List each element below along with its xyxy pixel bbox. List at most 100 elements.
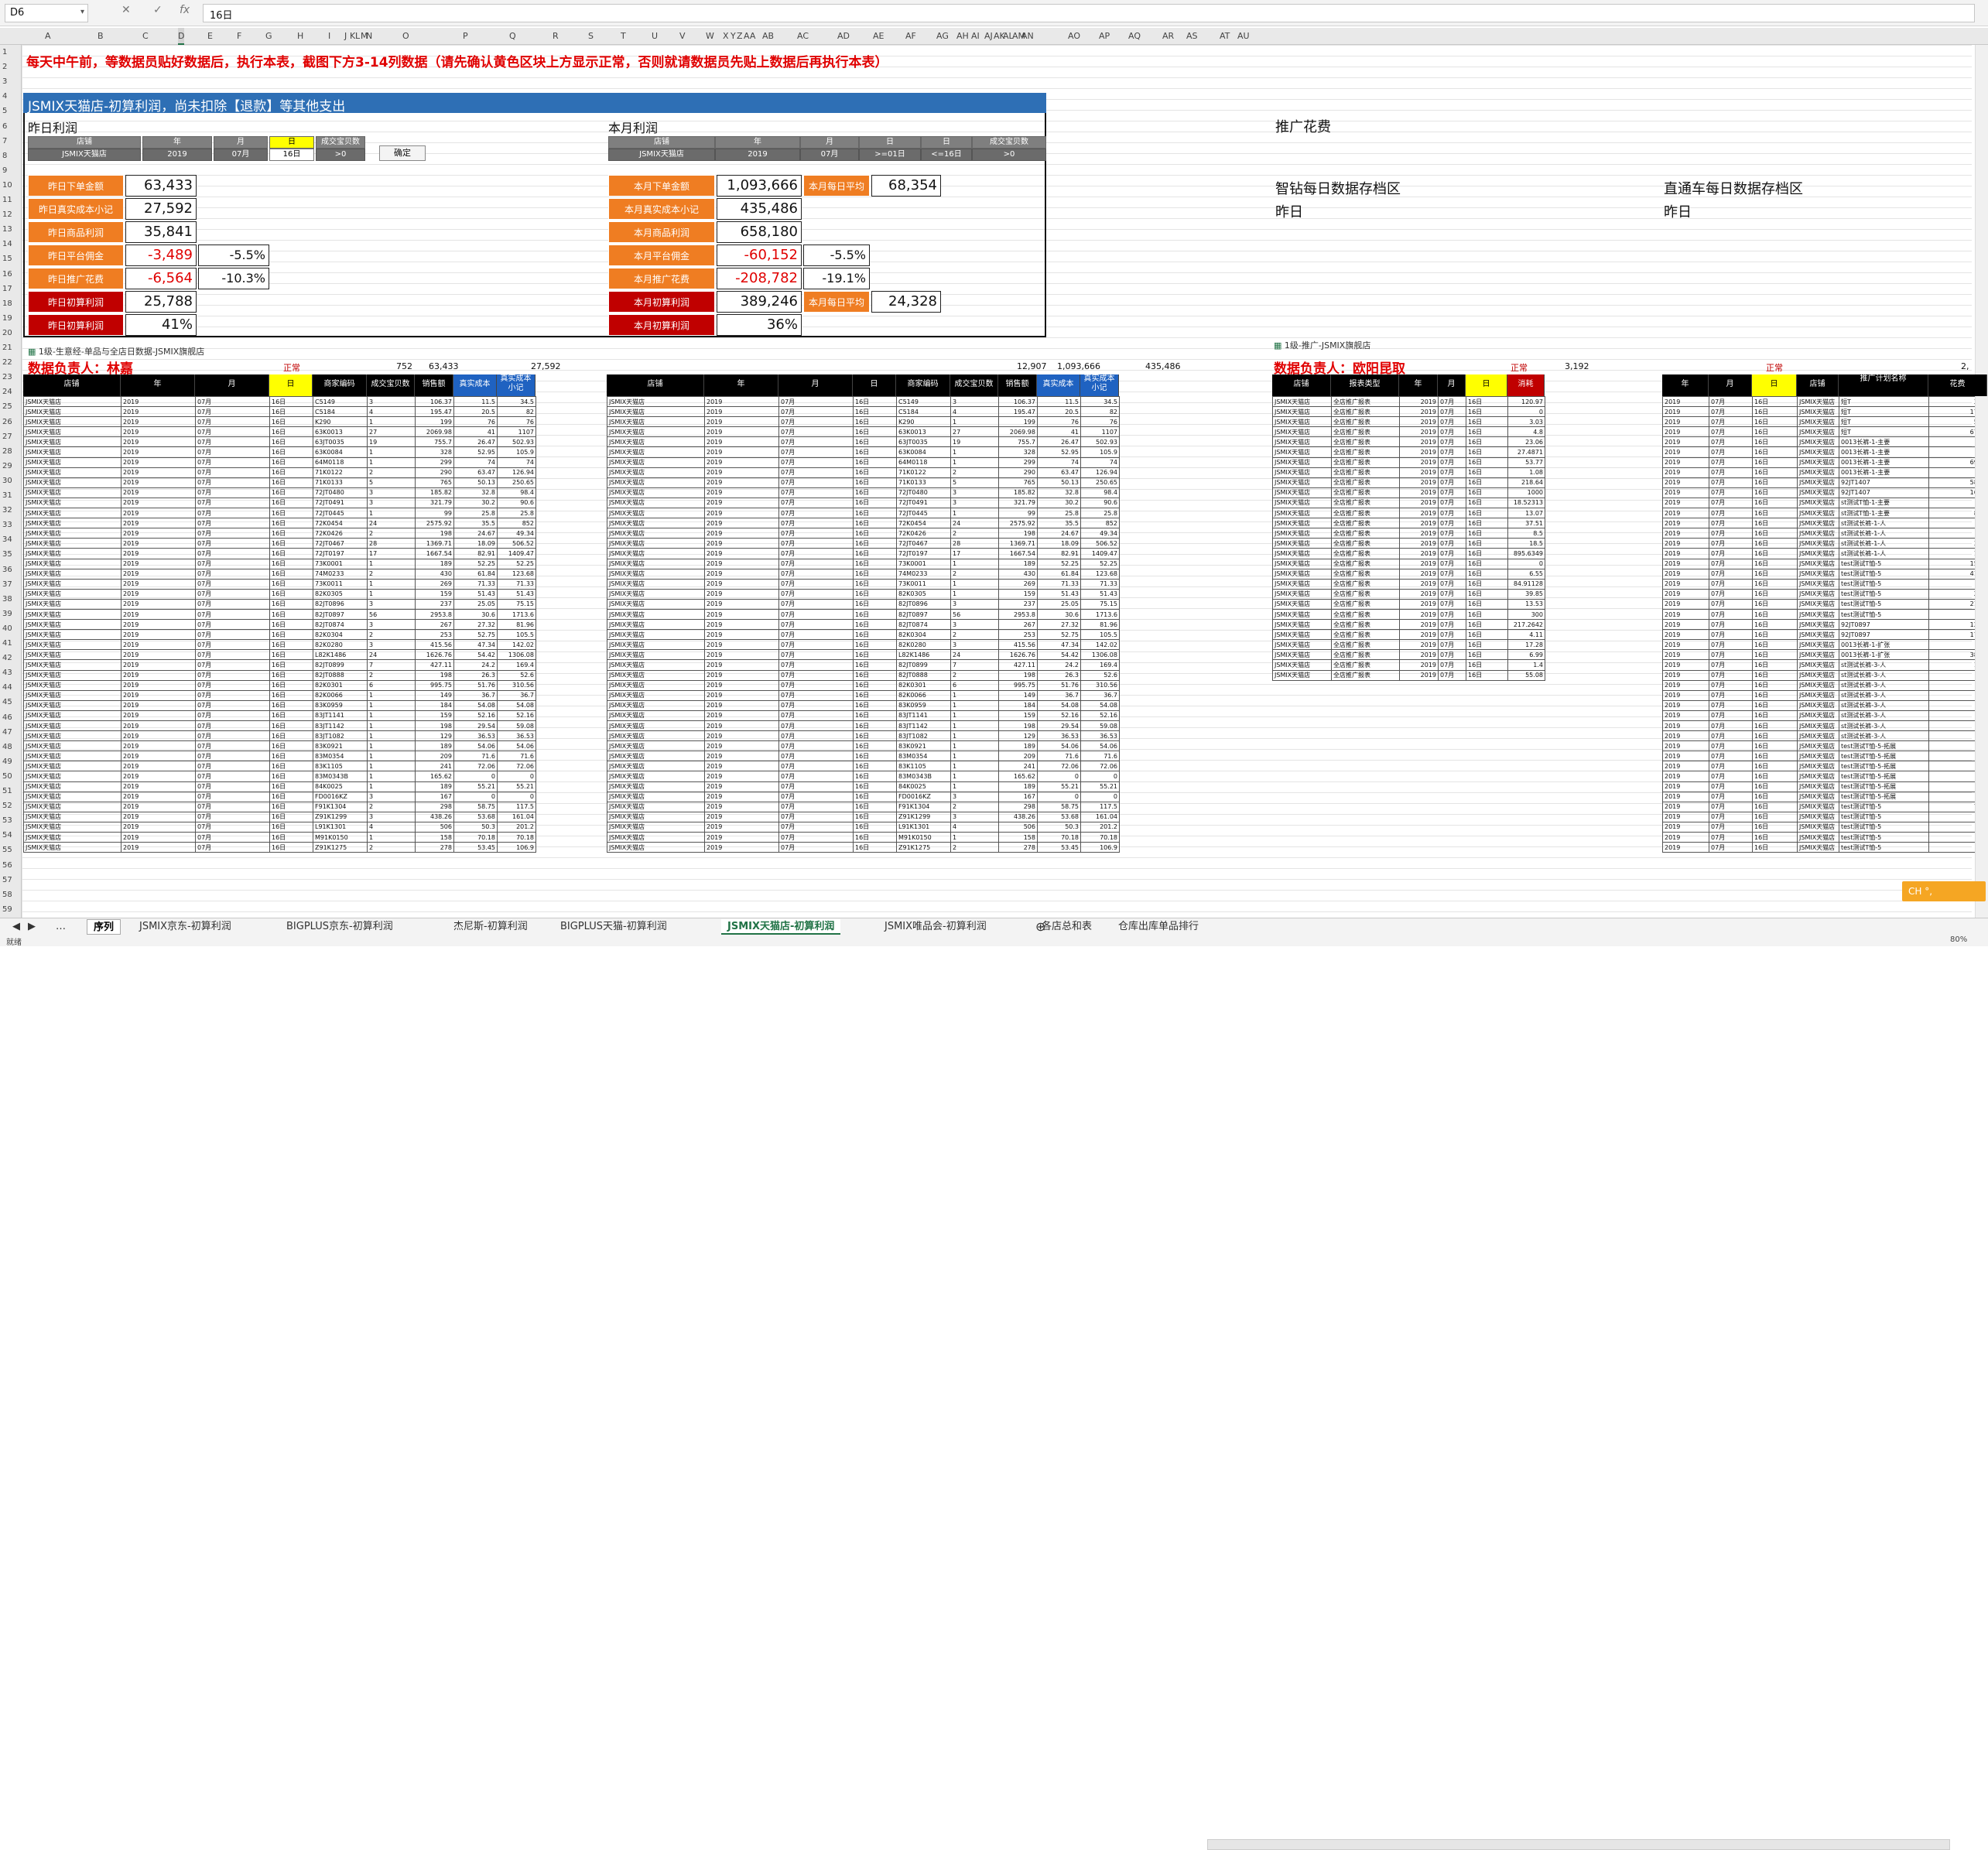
- row-header-31[interactable]: 31: [2, 491, 12, 500]
- table-cell[interactable]: 16日: [853, 446, 897, 458]
- table-row[interactable]: 201907月16日JSMIX天猫店0013长裤-1-主要60: [1662, 446, 1988, 458]
- table-cell[interactable]: JSMIX天猫店: [607, 416, 705, 428]
- table-cell[interactable]: 2019: [121, 761, 196, 772]
- table-cell[interactable]: 50.3: [453, 821, 498, 833]
- row-header-40[interactable]: 40: [2, 624, 12, 633]
- table-cell[interactable]: 2019: [704, 457, 779, 468]
- table-cell[interactable]: 全店推广报表: [1331, 629, 1400, 641]
- table-row[interactable]: JSMIX天猫店 2019 07月 16日 82K0301 6 995.75 51.76 310…: [607, 679, 1120, 691]
- ime-toolbar[interactable]: CH °,: [1902, 881, 1986, 901]
- table-cell[interactable]: 36.53: [497, 730, 536, 742]
- table-cell[interactable]: 16日: [269, 395, 313, 408]
- table-cell[interactable]: JSMIX天猫店: [23, 659, 121, 671]
- table-row[interactable]: 201907月16日JSMIX天猫店短T6714: [1662, 426, 1988, 438]
- table-cell[interactable]: JSMIX天猫店: [1797, 508, 1839, 519]
- table-cell[interactable]: 253: [415, 629, 454, 641]
- table-cell[interactable]: 2019: [121, 751, 196, 762]
- table-cell[interactable]: 209: [998, 751, 1038, 762]
- mid-table-header-8[interactable]: 真实成本小记: [1080, 374, 1119, 396]
- table-row[interactable]: JSMIX天猫店 全店推广报表 2019 07月 16日 0: [1272, 406, 1545, 418]
- table-cell[interactable]: 290: [998, 467, 1038, 478]
- cancel-icon[interactable]: ✕: [121, 4, 131, 16]
- table-cell[interactable]: 16日: [1466, 487, 1508, 498]
- table-cell[interactable]: JSMIX天猫店: [23, 497, 121, 509]
- table-cell[interactable]: 54.08: [497, 699, 536, 711]
- table-cell[interactable]: 07月: [778, 740, 854, 752]
- table-cell[interactable]: 28: [950, 538, 999, 549]
- row-header-10[interactable]: 10: [2, 181, 12, 190]
- table-cell[interactable]: 07月: [1709, 608, 1753, 621]
- table-row[interactable]: JSMIX天猫店 2019 07月 16日 63JT0035 19 755.7 26.47 50…: [607, 436, 1120, 448]
- table-cell[interactable]: 16日: [1752, 588, 1798, 600]
- table-cell[interactable]: 07月: [1438, 436, 1466, 448]
- table-cell[interactable]: 72JT0197: [313, 548, 368, 559]
- table-cell[interactable]: JSMIX天猫店: [23, 406, 121, 418]
- table-cell[interactable]: 52.6: [1080, 669, 1120, 681]
- table-cell[interactable]: test测试T恤-5-拓展: [1839, 751, 1929, 762]
- table-cell[interactable]: 2019: [704, 426, 779, 438]
- table-cell[interactable]: 0: [1507, 406, 1545, 418]
- table-cell[interactable]: 2019: [1662, 832, 1709, 843]
- table-cell[interactable]: 07月: [1438, 629, 1466, 641]
- table-cell[interactable]: 438.26: [998, 811, 1038, 822]
- row-header-32[interactable]: 32: [2, 506, 12, 515]
- table-row[interactable]: 201907月16日JSMIX天猫店test测试T恤-5-拓展0: [1662, 771, 1988, 782]
- table-cell[interactable]: 07月: [1438, 528, 1466, 539]
- table-cell[interactable]: 30.2: [453, 497, 498, 509]
- table-row[interactable]: JSMIX天猫店 2019 07月 16日 63K0013 27 2069.98 41 1107: [23, 426, 536, 438]
- table-cell[interactable]: 2019: [121, 791, 196, 802]
- ztc-data-table[interactable]: 201907月16日JSMIX天猫店短T322201907月16日JSMIX天猫…: [1662, 395, 1988, 853]
- table-row[interactable]: 201907月16日JSMIX天猫店test测试T恤-50: [1662, 842, 1988, 853]
- table-cell[interactable]: 全店推广报表: [1331, 659, 1400, 671]
- table-cell[interactable]: 2019: [121, 811, 196, 822]
- table-cell[interactable]: 07月: [1709, 659, 1753, 671]
- table-cell[interactable]: 25.8: [1037, 508, 1081, 519]
- table-cell[interactable]: 2019: [121, 689, 196, 701]
- table-row[interactable]: JSMIX天猫店 2019 07月 16日 72JT0197 17 1667.54 82.91…: [23, 548, 536, 559]
- table-row[interactable]: JSMIX天猫店 2019 07月 16日 82JT0896 3 237 25.05 75.15: [607, 598, 1120, 610]
- table-cell[interactable]: 755.7: [415, 436, 454, 448]
- table-cell[interactable]: JSMIX天猫店: [607, 406, 705, 418]
- table-cell[interactable]: 198: [415, 720, 454, 732]
- table-cell[interactable]: 26.3: [1037, 669, 1081, 681]
- table-row[interactable]: JSMIX天猫店 2019 07月 16日 83K0921 1 189 54.06 54.06: [607, 740, 1120, 752]
- table-cell[interactable]: 2019: [704, 508, 779, 519]
- table-cell[interactable]: 2019: [121, 740, 196, 752]
- table-cell[interactable]: 2019: [704, 436, 779, 448]
- column-header-ah[interactable]: AH: [956, 31, 969, 41]
- table-row[interactable]: JSMIX天猫店 2019 07月 16日 C5149 3 106.37 11.5 34.5: [23, 395, 536, 408]
- table-cell[interactable]: JSMIX天猫店: [1272, 518, 1332, 529]
- table-cell[interactable]: JSMIX天猫店: [607, 801, 705, 812]
- table-cell[interactable]: 55.08: [1507, 669, 1545, 681]
- table-cell[interactable]: 16日: [853, 801, 897, 812]
- table-cell[interactable]: 07月: [778, 588, 854, 600]
- table-cell[interactable]: 07月: [195, 528, 270, 539]
- table-cell[interactable]: 149: [415, 689, 454, 701]
- table-cell[interactable]: 16日: [269, 598, 313, 610]
- table-row[interactable]: JSMIX天猫店 2019 07月 16日 64M0118 1 299 74 74: [607, 457, 1120, 468]
- table-cell[interactable]: JSMIX天猫店: [23, 821, 121, 833]
- table-cell[interactable]: 2019: [121, 457, 196, 468]
- table-cell[interactable]: st测试长裤-3-人: [1839, 679, 1929, 691]
- mid-table-header-6[interactable]: 销售额: [998, 374, 1037, 396]
- table-cell[interactable]: 2019: [1662, 487, 1709, 498]
- table-cell[interactable]: 2: [950, 467, 999, 478]
- table-cell[interactable]: JSMIX天猫店: [607, 659, 705, 671]
- table-cell[interactable]: 30.6: [453, 608, 498, 621]
- ztc-table-header-3[interactable]: 店铺: [1797, 374, 1839, 396]
- mid-table-header-1[interactable]: 年: [704, 374, 778, 396]
- table-cell[interactable]: st测试T恤-1-主要: [1839, 497, 1929, 509]
- table-cell[interactable]: 2019: [121, 436, 196, 448]
- table-cell[interactable]: 92JT1407: [1839, 477, 1929, 488]
- table-cell[interactable]: 24.67: [1037, 528, 1081, 539]
- table-cell[interactable]: 16日: [853, 761, 897, 772]
- table-cell[interactable]: 99: [415, 508, 454, 519]
- table-row[interactable]: JSMIX天猫店 2019 07月 16日 82K0304 2 253 52.75 105.5: [23, 629, 536, 641]
- table-row[interactable]: JSMIX天猫店 2019 07月 16日 82K0301 6 995.75 51.76 310…: [23, 679, 536, 691]
- table-cell[interactable]: 16日: [853, 528, 897, 539]
- table-cell[interactable]: 2019: [121, 497, 196, 509]
- table-cell[interactable]: 全店推广报表: [1331, 395, 1400, 408]
- table-cell[interactable]: 2019: [1399, 619, 1439, 631]
- table-cell[interactable]: 07月: [1709, 598, 1753, 610]
- table-cell[interactable]: 3: [950, 487, 999, 498]
